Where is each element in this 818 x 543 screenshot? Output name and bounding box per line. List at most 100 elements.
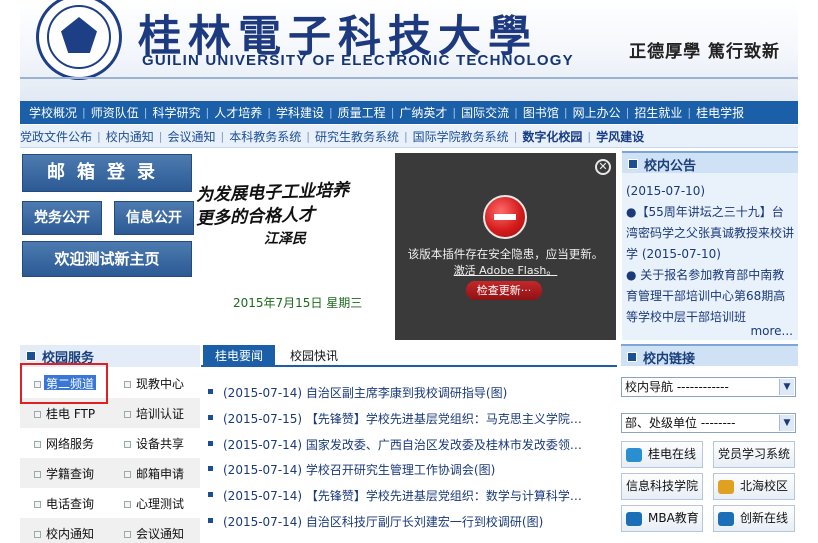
service-item[interactable]: 现教中心 [110, 368, 200, 398]
nav-main-item[interactable]: 网上办公 [573, 104, 621, 121]
links-title: 校内链接 [643, 352, 696, 367]
news-title: (2015-07-15) 【先锋赞】学校先进基层党组织：马克思主义学院… [223, 411, 582, 426]
nav-main-item[interactable]: 国际交流 [461, 104, 509, 121]
info-public-button[interactable]: 信息公开 [114, 201, 194, 235]
nav-separator: | [205, 106, 210, 119]
service-item[interactable]: 培训认证 [110, 398, 200, 428]
nav-separator: | [143, 106, 148, 119]
inscription-line-2: 更多的合格人才 [195, 204, 316, 230]
service-item[interactable]: 学籍查询 [20, 458, 110, 488]
nav-sub-item[interactable]: 研究生教务系统 [315, 128, 399, 145]
service-label: 校内通知 [46, 527, 95, 541]
nav-sub-item[interactable]: 数字化校园 [522, 128, 582, 145]
nav-sub-item[interactable]: 党政文件公布 [20, 128, 92, 145]
square-bullet-icon [208, 389, 213, 394]
nav-main-item[interactable]: 招生就业 [634, 104, 682, 121]
welcome-new-homepage-button[interactable]: 欢迎测试新主页 [22, 241, 192, 277]
nav-sub-item[interactable]: 国际学院教务系统 [413, 128, 509, 145]
news-title: (2015-07-14) 【先锋赞】学校先进基层党组织：数学与计算科学… [223, 489, 582, 504]
square-bullet-icon [208, 492, 213, 498]
nav-sub-item[interactable]: 学风建设 [596, 128, 644, 145]
service-item[interactable]: 设备共享 [110, 428, 200, 458]
close-icon[interactable]: ✕ [595, 159, 611, 175]
news-item[interactable]: (2015-07-14) 自治区副主席李康到我校调研指导(图) [201, 380, 617, 406]
campus-link-button[interactable]: 北海校区 [713, 473, 795, 500]
campus-link-label: 桂电在线 [648, 447, 697, 461]
check-update-button[interactable]: 检查更新··· [466, 281, 542, 300]
chevron-down-icon[interactable]: ▼ [779, 415, 794, 431]
service-item[interactable]: 校内通知 [20, 518, 110, 543]
notice-header: 校内公告 [622, 151, 798, 174]
nav-sub-item[interactable]: 校内通知 [106, 128, 154, 145]
tab-guidian-news[interactable]: 桂电要闻 [203, 345, 275, 367]
nav-separator: | [625, 106, 630, 119]
service-item[interactable]: 网络服务 [20, 428, 110, 458]
plugin-warning-text: 该版本插件存在安全隐患，应当更新。 [407, 247, 604, 261]
campus-link-button[interactable]: 信息科技学院 [621, 473, 703, 500]
inscription-signature: 江泽民 [264, 231, 306, 247]
checkbox-bullet-icon [124, 471, 131, 478]
service-item[interactable]: 电话查询 [20, 488, 110, 518]
blocked-plugin-icon [483, 195, 527, 239]
calligraphy-inscription: 为发展电子工业培养 更多的合格人才 江泽民 [196, 178, 386, 258]
service-item[interactable]: 邮箱申请 [110, 458, 200, 488]
campus-link-button[interactable]: 桂电在线 [621, 441, 703, 468]
checkbox-bullet-icon [124, 501, 131, 508]
nav-main-item[interactable]: 质量工程 [338, 104, 386, 121]
sub-navigation: 党政文件公布 | 校内通知 | 会议通知 | 本科教务系统 | 研究生教务系统 | 国际学院教务系统… [20, 125, 798, 148]
notice-item[interactable]: ● 关于报名参加教育部中南教育管理干部培训中心第68期高等学校中层干部培训班 [626, 265, 794, 328]
notice-title: 校内公告 [644, 159, 697, 174]
news-item[interactable]: (2015-07-14) 【先锋赞】学校先进基层党组织：数学与计算科学… [201, 483, 617, 509]
nav-separator: | [97, 129, 101, 143]
service-label: 桂电 FTP [46, 407, 96, 421]
mail-login-button[interactable]: 邮箱登录 [22, 154, 192, 192]
campus-link-label: 北海校区 [740, 479, 789, 493]
service-label: 培训认证 [136, 407, 185, 421]
checkbox-bullet-icon [34, 411, 41, 418]
university-logo-icon[interactable] [36, 0, 122, 80]
service-item[interactable]: 心理测试 [110, 488, 200, 518]
square-bullet-icon [26, 351, 36, 361]
nav-separator: | [328, 106, 333, 119]
nav-main-item[interactable]: 学科建设 [276, 104, 324, 121]
news-tabs: 桂电要闻 校园快讯 [201, 345, 617, 367]
notice-more-link[interactable]: more... [750, 324, 793, 338]
campus-nav-select[interactable]: 校内导航 ------------ ▼ [621, 377, 796, 397]
service-item[interactable]: 会议通知 [110, 518, 200, 543]
news-item[interactable]: (2015-07-14) 学校召开研究生管理工作协调会(图) [201, 457, 617, 483]
nav-main-item[interactable]: 广纳英才 [399, 104, 447, 121]
nav-separator: | [587, 129, 592, 143]
campus-link-label: 党员学习系统 [717, 447, 790, 461]
nav-main-item[interactable]: 图书馆 [523, 104, 559, 121]
chevron-down-icon[interactable]: ▼ [779, 379, 794, 395]
mba-icon [626, 512, 642, 526]
checkbox-bullet-icon [124, 441, 131, 448]
nav-main-item[interactable]: 学校概况 [29, 104, 77, 121]
activate-flash-link[interactable]: 激活 Adobe Flash。 [395, 262, 616, 278]
site-header: 桂林電子科技大學 GUILIN UNIVERSITY OF ELECTRONIC… [20, 0, 798, 101]
news-item[interactable]: (2015-07-14) 国家发改委、广西自治区发改委及桂林市发改委领… [201, 432, 617, 458]
department-select[interactable]: 部、处级单位 -------- ▼ [621, 413, 796, 433]
square-bullet-icon [627, 352, 637, 362]
news-item[interactable]: (2015-07-15) 【先锋赞】学校先进基层党组织：马克思主义学院… [201, 406, 617, 432]
nav-sub-item[interactable]: 本科教务系统 [229, 128, 301, 145]
square-bullet-icon [208, 440, 213, 446]
campus-link-button[interactable]: 党员学习系统 [713, 441, 795, 468]
campus-link-button[interactable]: 创新在线 [713, 505, 795, 532]
tab-campus-flash[interactable]: 校园快讯 [277, 345, 351, 367]
university-name-en: GUILIN UNIVERSITY OF ELECTRONIC TECHNOLO… [142, 52, 574, 69]
nav-main-item[interactable]: 桂电学报 [696, 104, 744, 121]
nav-main-item[interactable]: 人才培养 [214, 104, 262, 121]
news-item[interactable]: (2015-07-14) 自治区科技厅副厅长刘建宏一行到校调研(图) [201, 509, 617, 535]
party-affairs-button[interactable]: 党务公开 [22, 201, 102, 235]
nav-main-item[interactable]: 师资队伍 [91, 104, 139, 121]
nav-main-item[interactable]: 科学研究 [152, 104, 200, 121]
nav-separator: | [390, 106, 395, 119]
campus-link-button[interactable]: MBA教育 [621, 505, 703, 532]
nav-sub-item[interactable]: 会议通知 [167, 128, 215, 145]
notice-item[interactable]: (2015-07-10) [626, 181, 794, 202]
notice-item[interactable]: ●【55周年讲坛之三十九】台湾密码学之父张真诚教授来校讲学 (2015-07-1… [626, 202, 794, 265]
department-select-value: 部、处级单位 -------- [625, 416, 736, 430]
nav-separator: | [514, 106, 518, 119]
news-title: (2015-07-14) 自治区科技厅副厅长刘建宏一行到校调研(图) [223, 515, 544, 529]
